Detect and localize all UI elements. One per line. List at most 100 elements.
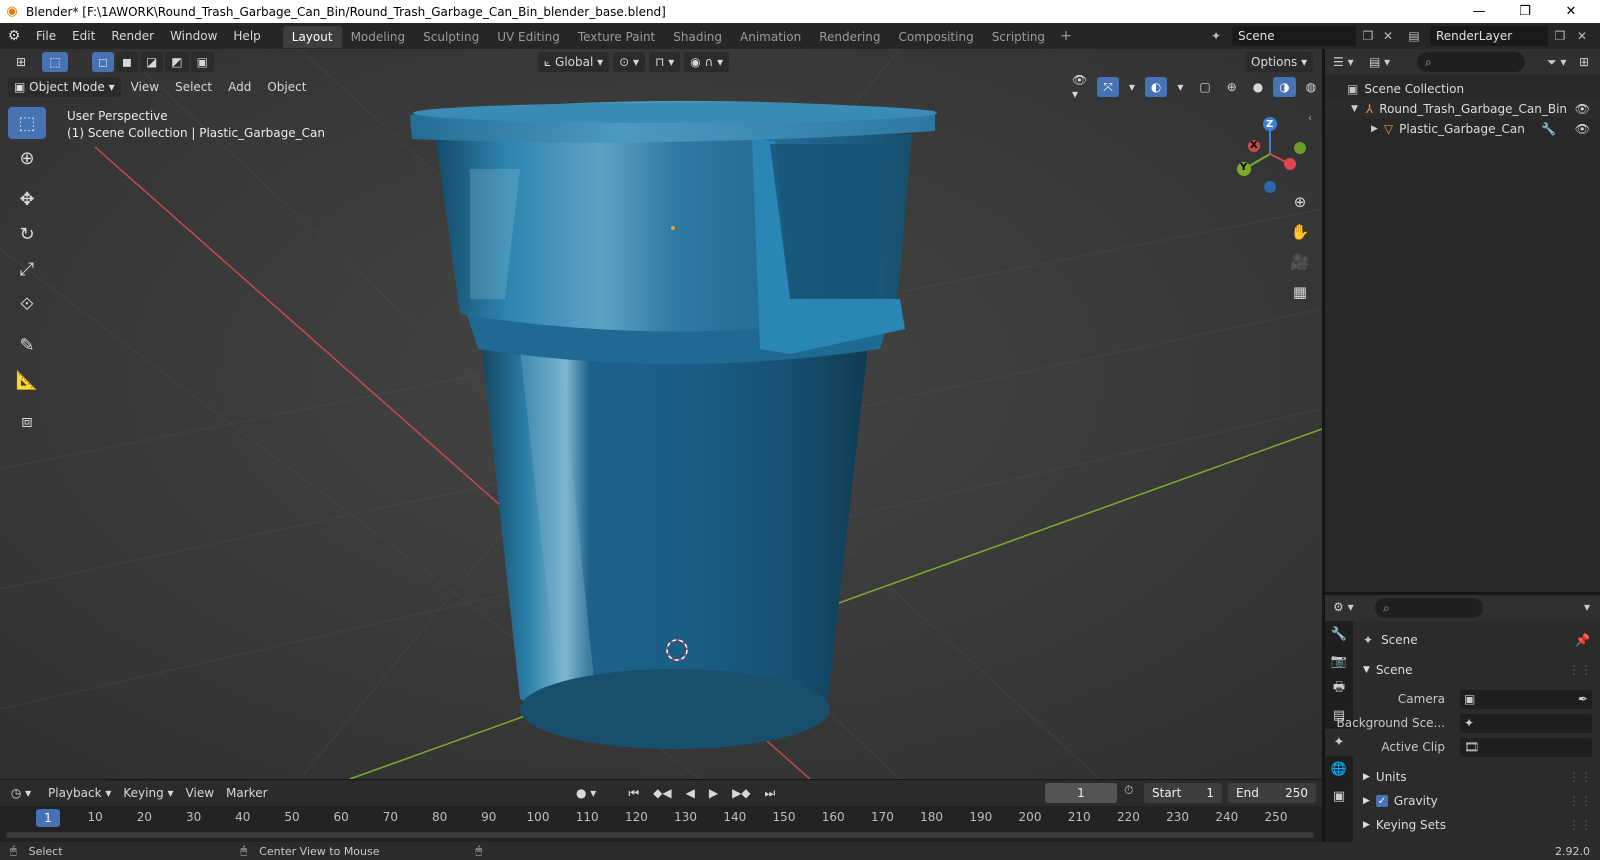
- start-frame-field[interactable]: Start 1: [1144, 783, 1222, 803]
- outliner-row-collection[interactable]: ▼ ⅄ Round_Trash_Garbage_Can_Bin 👁: [1325, 99, 1600, 119]
- overlay-dropdown-icon[interactable]: ▾: [1171, 77, 1189, 97]
- drag-handle-icon[interactable]: ⋮⋮: [1568, 663, 1592, 677]
- scene-panel-header[interactable]: ▼ Scene ⋮⋮: [1355, 659, 1600, 681]
- visibility-eye-icon[interactable]: 👁: [1575, 122, 1590, 136]
- new-scene-icon[interactable]: ❐: [1358, 26, 1378, 46]
- solid-shading-icon[interactable]: ●: [1247, 77, 1269, 97]
- gravity-checkbox[interactable]: ✓: [1375, 795, 1388, 807]
- tab-shading[interactable]: Shading: [664, 26, 731, 48]
- rendered-shading-icon[interactable]: ◍: [1300, 77, 1322, 97]
- tool-tab-icon[interactable]: 🔧: [1325, 621, 1353, 648]
- tab-sculpting[interactable]: Sculpting: [414, 26, 488, 48]
- menu-playback[interactable]: Playback ▾: [42, 783, 117, 803]
- visibility-eye-icon[interactable]: 👁: [1575, 102, 1590, 116]
- tab-texture-paint[interactable]: Texture Paint: [569, 26, 664, 48]
- menu-marker[interactable]: Marker: [220, 783, 273, 803]
- overlay-toggle-icon[interactable]: ◐: [1144, 77, 1168, 97]
- outliner-search-input[interactable]: ⌕: [1417, 52, 1525, 72]
- blender-menu-icon[interactable]: ⚙: [0, 28, 28, 44]
- xray-icon[interactable]: ▢: [1193, 77, 1216, 97]
- perspective-toggle-icon[interactable]: ▦: [1287, 279, 1313, 305]
- new-collection-icon[interactable]: ⊞: [1579, 55, 1589, 69]
- drag-handle-icon[interactable]: ⋮⋮: [1568, 770, 1592, 784]
- delete-layer-icon[interactable]: ✕: [1572, 26, 1592, 46]
- timeline-editor-type-icon[interactable]: ◷ ▾: [0, 786, 42, 800]
- select-tool-icon[interactable]: ⬚: [42, 52, 68, 72]
- tab-scripting[interactable]: Scripting: [983, 26, 1054, 48]
- editor-type-icon[interactable]: ⊞: [0, 55, 42, 69]
- proportional-edit-icon[interactable]: ◉ ∩ ▾: [684, 52, 730, 72]
- active-clip-field[interactable]: 🎞: [1460, 737, 1592, 757]
- tab-compositing[interactable]: Compositing: [889, 26, 982, 48]
- camera-field[interactable]: ▣ ✒: [1460, 689, 1592, 709]
- menu-select[interactable]: Select: [169, 77, 218, 97]
- gizmo-x-label[interactable]: X: [1250, 140, 1258, 151]
- zoom-icon[interactable]: ⊕: [1287, 189, 1313, 215]
- delete-scene-icon[interactable]: ✕: [1378, 26, 1398, 46]
- expand-arrow-icon[interactable]: ▼: [1351, 104, 1358, 114]
- render-layer-field[interactable]: RenderLayer: [1430, 26, 1548, 46]
- units-panel-header[interactable]: ▶ Units ⋮⋮: [1355, 766, 1600, 788]
- pin-icon[interactable]: 📌: [1575, 633, 1590, 647]
- menu-render[interactable]: Render: [103, 23, 162, 49]
- annotate-icon[interactable]: ✎: [8, 329, 46, 361]
- outliner-row-scene-collection[interactable]: ▣ Scene Collection: [1325, 79, 1600, 99]
- eyedropper-icon[interactable]: ✒: [1578, 692, 1588, 706]
- select-box-icon[interactable]: ⬚: [8, 107, 46, 139]
- snap-icon[interactable]: ⊓ ▾: [649, 52, 681, 72]
- select-mode-subtract-icon[interactable]: ◪: [139, 52, 164, 72]
- collapse-arrow-icon[interactable]: ▶: [1371, 124, 1378, 134]
- keying-sets-panel-header[interactable]: ▶ Keying Sets ⋮⋮: [1355, 814, 1600, 836]
- tab-uv-editing[interactable]: UV Editing: [488, 26, 569, 48]
- close-button[interactable]: ✕: [1548, 0, 1594, 23]
- add-cube-icon[interactable]: ⧈: [8, 405, 46, 437]
- next-keyframe-icon[interactable]: ▶◆: [726, 783, 756, 803]
- modifier-wrench-icon[interactable]: 🔧: [1541, 122, 1556, 136]
- end-frame-field[interactable]: End 250: [1228, 783, 1316, 803]
- gizmo-toggle-icon[interactable]: ⤧: [1097, 77, 1119, 97]
- measure-icon[interactable]: 📐: [8, 364, 46, 396]
- transform-orientation-dropdown[interactable]: ⟀ Global ▾: [538, 52, 610, 72]
- 3d-viewport[interactable]: Z Y X ⊞ ⬚ ◻ ◼ ◪ ◩ ▣ ⟀ Global ▾ ⊙ ▾ ⊓ ▾ ◉…: [0, 49, 1322, 779]
- jump-end-icon[interactable]: ⏭: [759, 783, 782, 803]
- cursor-icon[interactable]: ⊕: [8, 142, 46, 174]
- tab-modeling[interactable]: Modeling: [342, 26, 415, 48]
- current-frame-field[interactable]: 1: [1045, 783, 1117, 803]
- scene-tab-icon[interactable]: ✦: [1325, 729, 1353, 756]
- gizmo-y-label[interactable]: Y: [1240, 162, 1247, 173]
- menu-window[interactable]: Window: [162, 23, 225, 49]
- menu-file[interactable]: File: [28, 23, 64, 49]
- frame-ruler[interactable]: 1 10 20 30 40 50 60 70 80 90 100 110 120 130 140 150 160…: [0, 806, 1322, 830]
- object-tab-icon[interactable]: ▣: [1325, 783, 1353, 810]
- move-icon[interactable]: ✥: [8, 183, 46, 215]
- menu-object[interactable]: Object: [261, 77, 312, 97]
- transform-icon[interactable]: ⟐: [8, 288, 46, 320]
- add-workspace-icon[interactable]: +: [1054, 28, 1078, 44]
- rotate-icon[interactable]: ↻: [8, 218, 46, 250]
- scene-selector-icon[interactable]: ✦: [1206, 26, 1226, 46]
- menu-help[interactable]: Help: [225, 23, 268, 49]
- tab-animation[interactable]: Animation: [731, 26, 810, 48]
- properties-search-input[interactable]: ⌕: [1375, 598, 1483, 618]
- scene-name-field[interactable]: Scene: [1232, 26, 1356, 46]
- sidebar-toggle-icon[interactable]: ‹: [1308, 113, 1312, 124]
- drag-handle-icon[interactable]: ⋮⋮: [1568, 794, 1592, 808]
- wireframe-shading-icon[interactable]: ⊕: [1221, 77, 1243, 97]
- view-layer-icon[interactable]: ▤: [1404, 26, 1424, 46]
- record-icon[interactable]: ● ▾: [570, 783, 602, 803]
- menu-edit[interactable]: Edit: [64, 23, 103, 49]
- tab-rendering[interactable]: Rendering: [810, 26, 889, 48]
- pan-hand-icon[interactable]: ✋: [1287, 219, 1313, 245]
- outliner-row-object[interactable]: ▶ ▽ Plastic_Garbage_Can 🔧 👁: [1325, 119, 1600, 139]
- outliner-editor-type-icon[interactable]: ☰ ▾: [1333, 55, 1354, 69]
- gravity-panel-header[interactable]: ▶ ✓ Gravity ⋮⋮: [1355, 790, 1600, 812]
- drag-handle-icon[interactable]: ⋮⋮: [1568, 818, 1592, 832]
- pivot-point-icon[interactable]: ⊙ ▾: [613, 52, 646, 72]
- gizmo-z-label[interactable]: Z: [1266, 119, 1273, 130]
- select-mode-invert-icon[interactable]: ◩: [165, 52, 189, 72]
- stopwatch-icon[interactable]: ⏱: [1124, 783, 1133, 798]
- minimize-button[interactable]: —: [1456, 0, 1502, 23]
- properties-options-icon[interactable]: ▾: [1584, 600, 1590, 614]
- filter-icon[interactable]: ⏷ ▾: [1547, 55, 1566, 70]
- render-tab-icon[interactable]: 📷: [1325, 648, 1353, 675]
